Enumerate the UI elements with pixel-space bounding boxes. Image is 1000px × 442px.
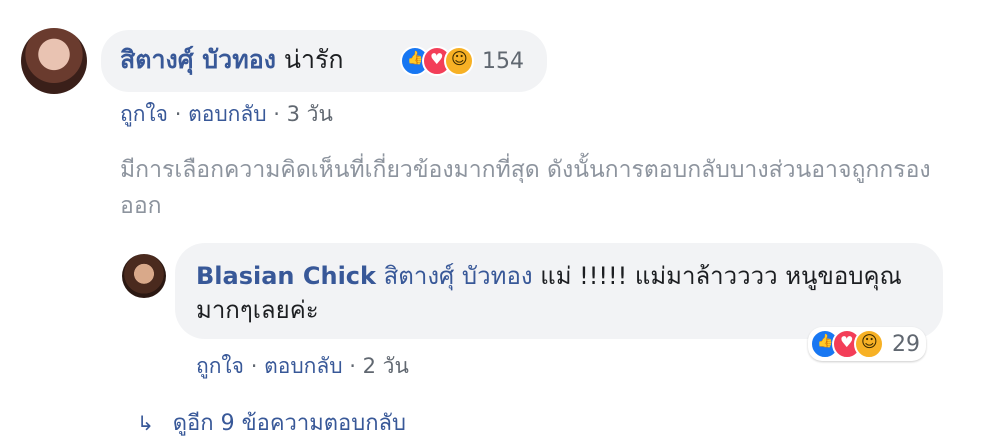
reply-mention[interactable]: สิตางศุ์ บัวทอง: [384, 262, 533, 290]
separator: ·: [174, 102, 182, 126]
comment-timestamp[interactable]: 3 วัน: [287, 102, 333, 126]
haha-icon: [854, 329, 884, 359]
comment-actions: ถูกใจ · ตอบกลับ · 3 วัน: [120, 98, 333, 131]
comment-reply-button[interactable]: ตอบกลับ: [188, 102, 267, 126]
reply-reply-button[interactable]: ตอบกลับ: [264, 354, 343, 378]
comment-author-name[interactable]: สิตางศุ์ บัวทอง: [120, 45, 276, 74]
reply-like-button[interactable]: ถูกใจ: [196, 354, 244, 378]
reply-actions: ถูกใจ · ตอบกลับ · 2 วัน: [196, 350, 409, 383]
reply-text: Blasian Chick สิตางศุ์ บัวทอง แม่ !!!!! …: [196, 259, 926, 327]
reply-author-name[interactable]: Blasian Chick: [196, 262, 376, 290]
relevance-filter-note: มีการเลือกความคิดเห็นที่เกี่ยวข้องมากที่…: [120, 157, 931, 219]
comment-text-line: สิตางศุ์ บัวทอง น่ารัก: [120, 40, 344, 80]
separator: ·: [273, 102, 280, 126]
separator: ·: [250, 354, 258, 378]
reply-timestamp[interactable]: 2 วัน: [363, 354, 409, 378]
comment-message: น่ารัก: [283, 45, 344, 74]
reply-reaction-count: 29: [892, 331, 920, 357]
reply-arrow-icon: ↳: [137, 411, 154, 435]
view-more-replies-link[interactable]: ↳ ดูอีก 9 ข้อความตอบกลับ: [137, 405, 406, 440]
comment-reaction-count: 154: [482, 48, 524, 74]
view-more-replies-label[interactable]: ดูอีก 9 ข้อความตอบกลับ: [173, 411, 406, 436]
haha-icon: [444, 46, 474, 76]
reply-avatar[interactable]: [122, 254, 166, 298]
comment-like-button[interactable]: ถูกใจ: [120, 102, 168, 126]
comment-reactions[interactable]: 154: [400, 46, 524, 76]
comment-avatar[interactable]: [21, 28, 87, 94]
separator: ·: [349, 354, 356, 378]
reply-reactions[interactable]: 29: [808, 327, 926, 361]
